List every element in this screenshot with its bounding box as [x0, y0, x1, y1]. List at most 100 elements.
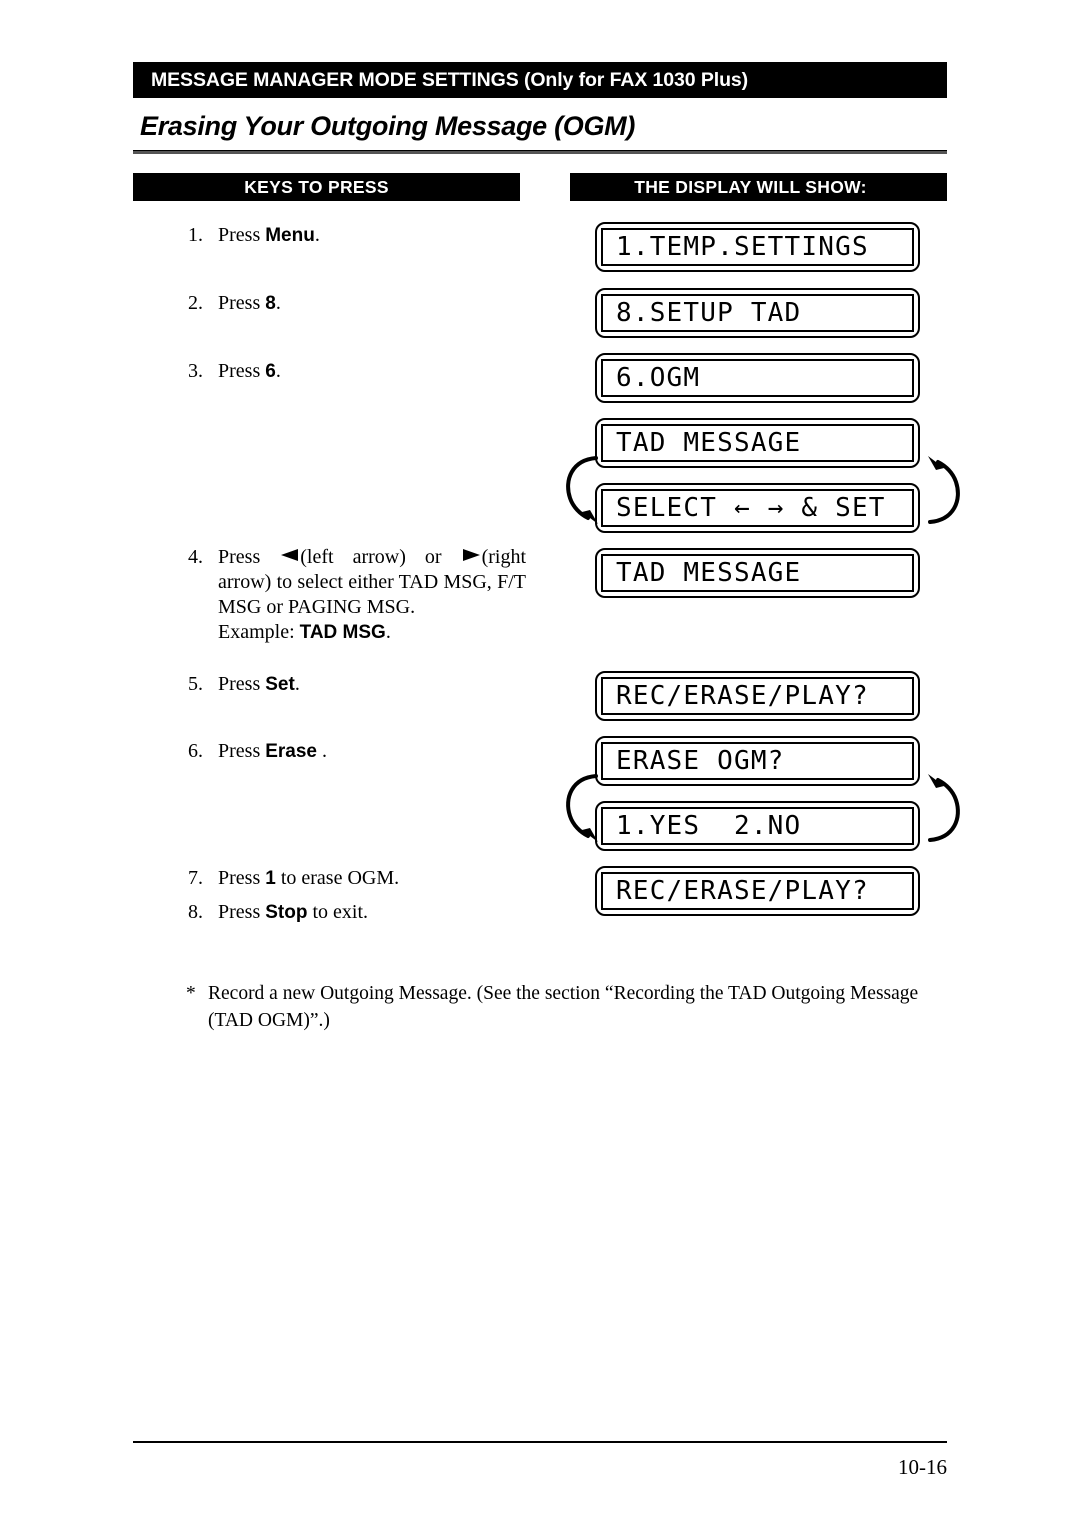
step-4-pre: Press — [218, 546, 280, 568]
lcd-display-10: REC/ERASE/PLAY? — [595, 866, 920, 916]
lcd-display-5-screen: SELECT ← → & SET — [601, 489, 914, 527]
step-3-number: 3. — [188, 360, 203, 382]
lcd-display-9-text: 1.YES 2.NO — [616, 811, 802, 841]
lcd-display-10-text: REC/ERASE/PLAY? — [616, 876, 869, 906]
step-3-body: Press 6. — [218, 359, 548, 384]
step-3: 3. Press 6. — [188, 359, 548, 384]
step-4-left-arrow-label: (left arrow) or — [300, 546, 461, 568]
step-5: 5. Press Set. — [188, 672, 548, 697]
lcd-display-7-text: REC/ERASE/PLAY? — [616, 681, 869, 711]
lcd-display-8: ERASE OGM? — [595, 736, 920, 786]
step-7-body: Press 1 to erase OGM. — [218, 866, 548, 891]
loop-arrow-right-lower — [928, 774, 960, 842]
page-number: 10-16 — [898, 1455, 947, 1479]
step-4: 4. Press (left arrow) or (right arrow) t… — [188, 545, 526, 645]
step-5-key: Set — [265, 674, 295, 695]
step-4-example-label: Example: — [218, 621, 300, 643]
lcd-display-6-text: TAD MESSAGE — [616, 558, 802, 588]
lcd-display-7-screen: REC/ERASE/PLAY? — [601, 677, 914, 715]
lcd-display-1-screen: 1.TEMP.SETTINGS — [601, 228, 914, 266]
step-8-pre: Press — [218, 901, 266, 923]
step-7: 7. Press 1 to erase OGM. — [188, 866, 548, 891]
step-4-example-line: Example: TAD MSG. — [218, 620, 526, 645]
step-6-key: Erase — [265, 741, 318, 762]
step-8-key: Stop — [265, 902, 308, 923]
lcd-display-9-screen: 1.YES 2.NO — [601, 807, 914, 845]
lcd-display-8-text: ERASE OGM? — [616, 746, 785, 776]
step-7-post: to erase OGM. — [275, 867, 400, 889]
step-3-pre: Press — [218, 360, 266, 382]
step-4-number: 4. — [188, 546, 203, 568]
lcd-display-6: TAD MESSAGE — [595, 548, 920, 598]
lcd-display-2-text: 8.SETUP TAD — [616, 298, 802, 328]
lcd-display-6-screen: TAD MESSAGE — [601, 554, 914, 592]
footnote: * Record a new Outgoing Message. (See th… — [186, 980, 961, 1034]
title-divider — [133, 150, 947, 154]
step-5-pre: Press — [218, 673, 266, 695]
step-1-body: Press Menu. — [218, 223, 548, 248]
lcd-display-3-screen: 6.OGM — [601, 359, 914, 397]
lcd-display-1-text: 1.TEMP.SETTINGS — [616, 232, 869, 262]
footnote-text: Record a new Outgoing Message. (See the … — [208, 983, 919, 1031]
step-6-body: Press Erase . — [218, 739, 548, 764]
lcd-display-5: SELECT ← → & SET — [595, 483, 920, 533]
step-2-post: . — [275, 292, 281, 314]
display-column-header-label: THE DISPLAY WILL SHOW: — [634, 176, 867, 197]
step-1: 1. Press Menu. — [188, 223, 548, 248]
step-7-number: 7. — [188, 867, 203, 889]
step-3-key: 6 — [265, 361, 276, 382]
chapter-header-bar: MESSAGE MANAGER MODE SETTINGS (Only for … — [133, 62, 947, 98]
keys-column-header-label: KEYS TO PRESS — [244, 176, 389, 197]
footnote-marker: * — [186, 983, 196, 1004]
loop-arrow-left-lower — [566, 774, 598, 842]
step-2-key: 8 — [265, 293, 276, 314]
step-4-body: Press (left arrow) or (right arrow) to s… — [218, 545, 526, 645]
lcd-display-4-text: TAD MESSAGE — [616, 428, 802, 458]
lcd-display-2: 8.SETUP TAD — [595, 288, 920, 338]
keys-column-header: KEYS TO PRESS — [133, 173, 520, 201]
display-column-header: THE DISPLAY WILL SHOW: — [570, 173, 947, 201]
step-6: 6. Press Erase . — [188, 739, 548, 764]
loop-arrow-right-upper — [928, 456, 960, 524]
loop-arrow-left-upper — [566, 456, 598, 524]
lcd-display-5-text: SELECT ← → & SET — [616, 493, 886, 523]
lcd-display-9: 1.YES 2.NO — [595, 801, 920, 851]
step-8-body: Press Stop to exit. — [218, 900, 548, 925]
step-6-post: . — [317, 740, 328, 762]
lcd-display-7: REC/ERASE/PLAY? — [595, 671, 920, 721]
lcd-display-4-screen: TAD MESSAGE — [601, 424, 914, 462]
step-7-key: 1 — [265, 868, 276, 889]
step-6-pre: Press — [218, 740, 266, 762]
lcd-display-4: TAD MESSAGE — [595, 418, 920, 468]
step-8-post: to exit. — [307, 901, 368, 923]
document-page: MESSAGE MANAGER MODE SETTINGS (Only for … — [0, 0, 1080, 1526]
chapter-header-text: MESSAGE MANAGER MODE SETTINGS (Only for … — [151, 68, 749, 91]
lcd-display-10-screen: REC/ERASE/PLAY? — [601, 872, 914, 910]
lcd-display-3: 6.OGM — [595, 353, 920, 403]
step-1-post: . — [314, 224, 320, 246]
step-8-number: 8. — [188, 901, 203, 923]
lcd-display-2-screen: 8.SETUP TAD — [601, 294, 914, 332]
page-title: Erasing Your Outgoing Message (OGM) — [140, 111, 636, 141]
step-2-pre: Press — [218, 292, 266, 314]
step-4-example-value: TAD MSG — [299, 622, 386, 643]
step-1-key: Menu — [265, 225, 315, 246]
left-arrow-icon — [281, 548, 299, 561]
step-5-post: . — [294, 673, 300, 695]
step-3-post: . — [275, 360, 281, 382]
step-2: 2. Press 8. — [188, 291, 548, 316]
lcd-display-1: 1.TEMP.SETTINGS — [595, 222, 920, 272]
step-2-number: 2. — [188, 292, 203, 314]
lcd-display-3-text: 6.OGM — [616, 363, 701, 393]
step-7-pre: Press — [218, 867, 266, 889]
lcd-display-8-screen: ERASE OGM? — [601, 742, 914, 780]
step-1-number: 1. — [188, 224, 203, 246]
right-arrow-icon — [462, 548, 480, 561]
step-6-number: 6. — [188, 740, 203, 762]
step-8: 8. Press Stop to exit. — [188, 900, 548, 925]
step-1-pre: Press — [218, 224, 266, 246]
footer-divider — [133, 1441, 947, 1443]
step-5-number: 5. — [188, 673, 203, 695]
step-4-post: . — [385, 621, 391, 643]
step-2-body: Press 8. — [218, 291, 548, 316]
